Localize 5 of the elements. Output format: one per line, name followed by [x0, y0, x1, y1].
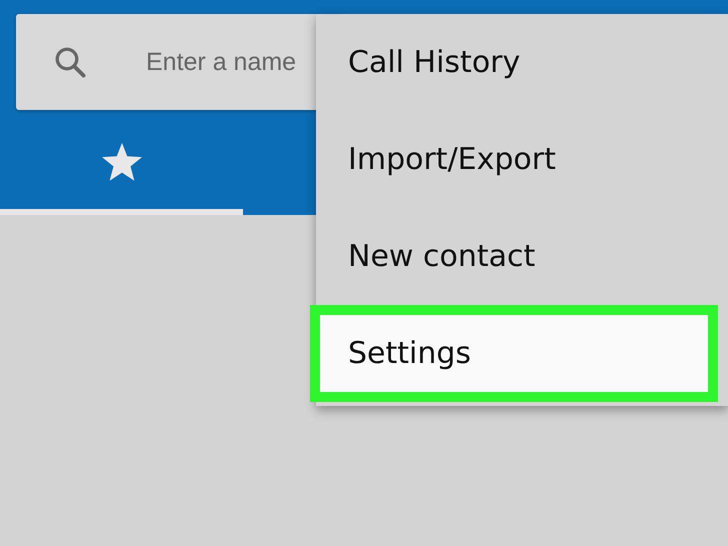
menu-item[interactable]: New contact — [316, 208, 728, 305]
search-placeholder: Enter a name — [146, 48, 296, 76]
menu-item[interactable]: Import/Export — [316, 111, 728, 208]
menu-item[interactable]: Settings — [310, 305, 718, 402]
star-icon — [100, 142, 142, 182]
